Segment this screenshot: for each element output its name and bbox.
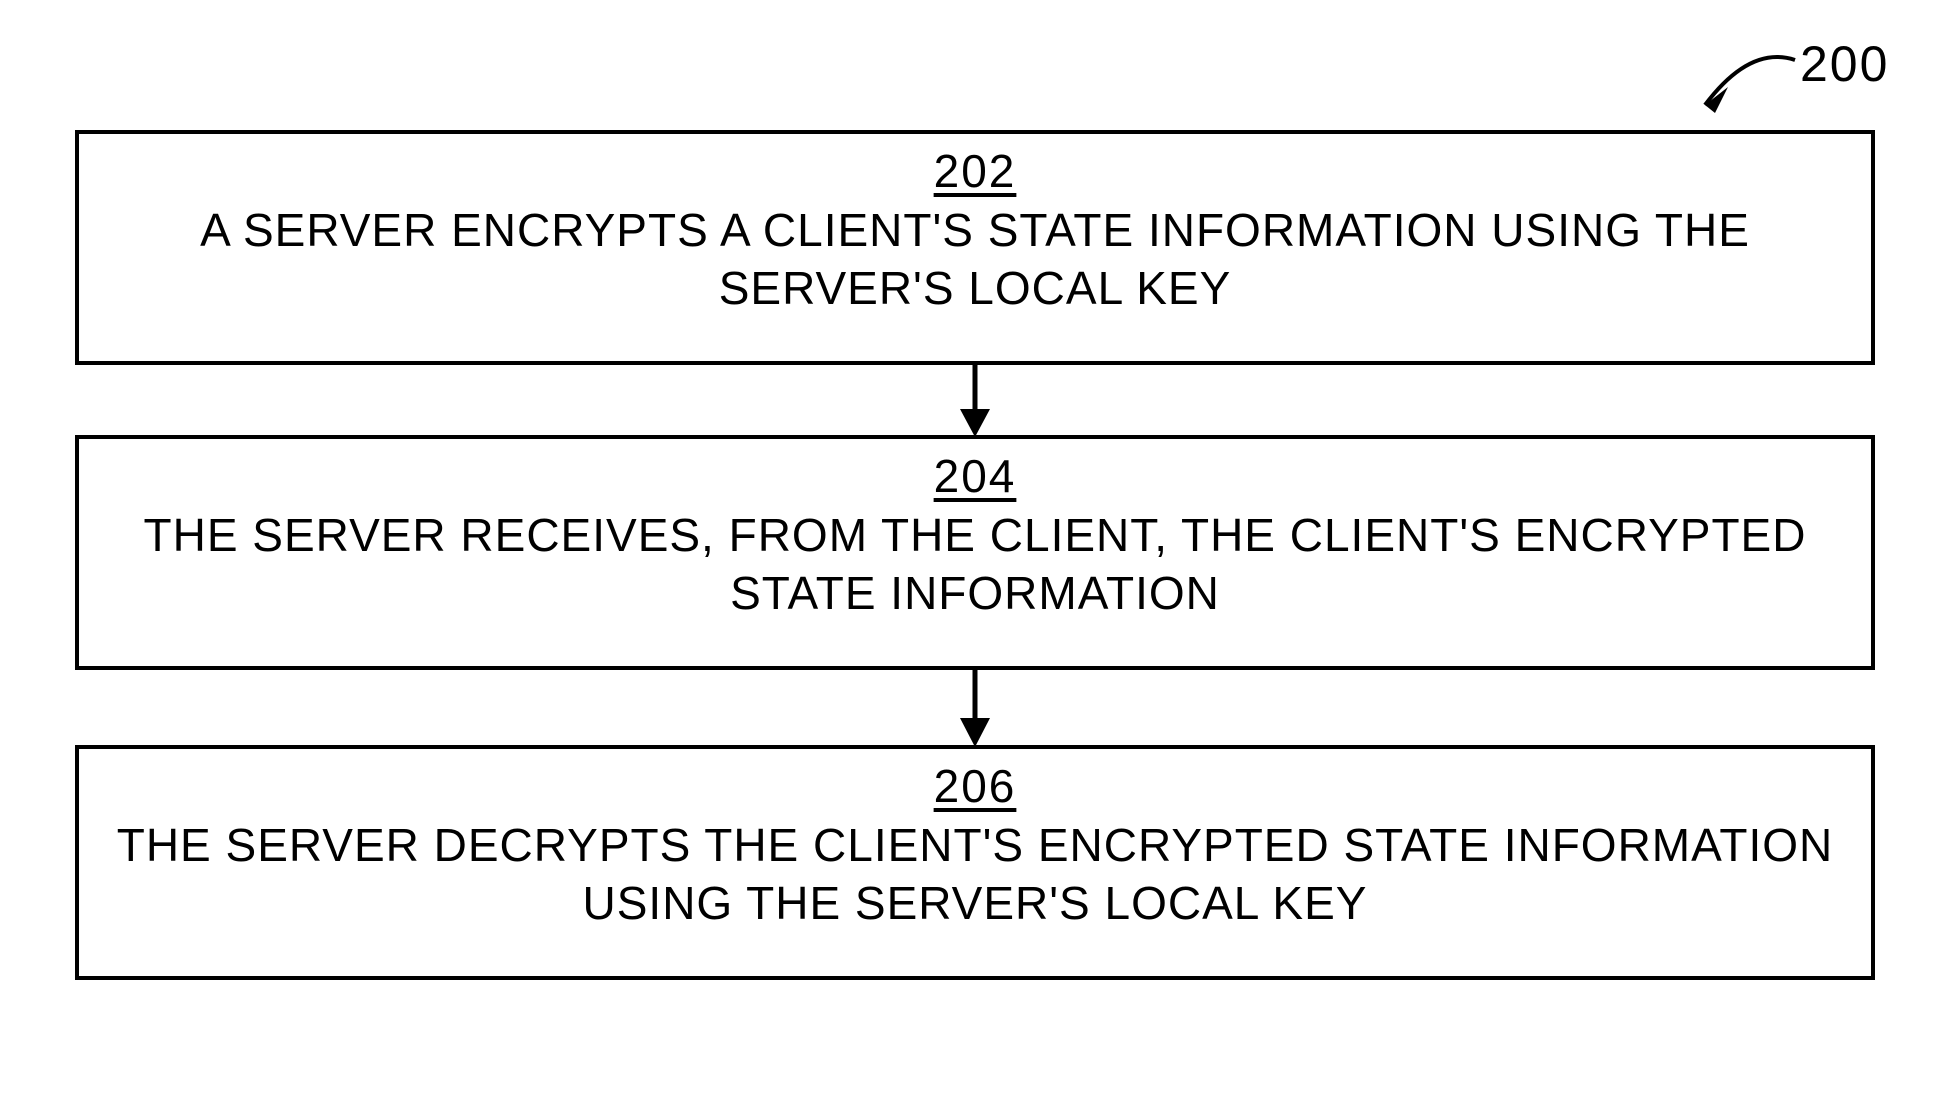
step-number: 204 — [79, 449, 1871, 503]
arrow-204-to-206 — [950, 670, 1000, 750]
flowchart-canvas: 200 202 A SERVER ENCRYPTS A CLIENT'S STA… — [0, 0, 1951, 1105]
figure-leader-arrow — [1680, 35, 1820, 130]
step-text: THE SERVER DECRYPTS THE CLIENT'S ENCRYPT… — [79, 817, 1871, 932]
flow-step-204: 204 THE SERVER RECEIVES, FROM THE CLIENT… — [75, 435, 1875, 670]
step-text: A SERVER ENCRYPTS A CLIENT'S STATE INFOR… — [79, 202, 1871, 317]
flow-step-206: 206 THE SERVER DECRYPTS THE CLIENT'S ENC… — [75, 745, 1875, 980]
flow-step-202: 202 A SERVER ENCRYPTS A CLIENT'S STATE I… — [75, 130, 1875, 365]
arrow-202-to-204 — [950, 365, 1000, 440]
step-number: 202 — [79, 144, 1871, 198]
step-text: THE SERVER RECEIVES, FROM THE CLIENT, TH… — [79, 507, 1871, 622]
step-number: 206 — [79, 759, 1871, 813]
